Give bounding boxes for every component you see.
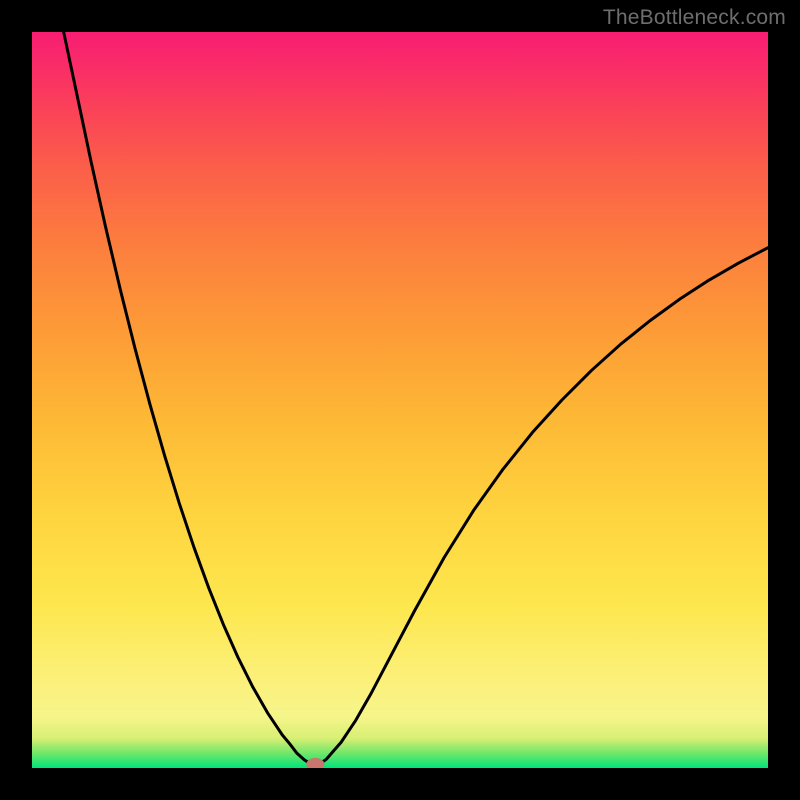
watermark-text: TheBottleneck.com [603, 6, 786, 30]
min-marker [306, 758, 324, 768]
plot-area [32, 32, 768, 768]
bottleneck-curve [64, 32, 768, 764]
chart-frame: TheBottleneck.com [0, 0, 800, 800]
bottleneck-curve-svg [32, 32, 768, 768]
